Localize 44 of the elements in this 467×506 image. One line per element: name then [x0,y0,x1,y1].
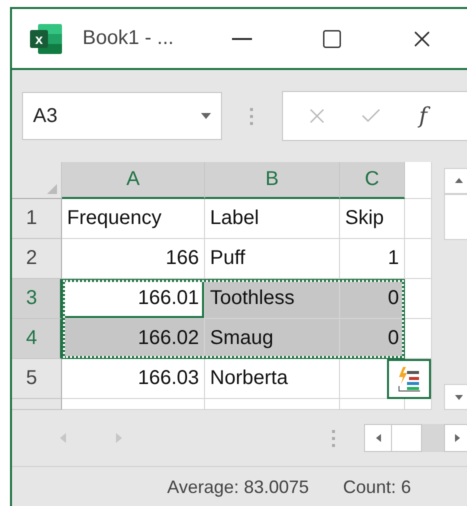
row-header[interactable]: 5 [12,359,62,399]
formula-field[interactable]: f [282,91,467,141]
down-triangle-icon [454,392,464,402]
next-sheet-button[interactable] [114,433,124,443]
up-triangle-icon [454,176,464,186]
maximize-icon [321,28,343,50]
select-all-icon [47,184,57,194]
table-cell: 166.03 [62,359,205,399]
table-cell: Puff [205,239,340,279]
table-cell: 166 [62,239,205,279]
minimize-icon [232,38,252,40]
status-text: Average: 83.0075 [167,477,309,498]
column-header[interactable]: C [340,162,405,199]
table-cell: Skip [340,199,405,239]
table-cell: 1 [340,239,405,279]
table-cell: Norberta [205,359,340,399]
column-header[interactable]: A [62,162,205,199]
row-header[interactable]: 4 [12,319,62,359]
row-header[interactable]: 2 [12,239,62,279]
row-header[interactable]: 1 [12,199,62,239]
table-cell: Toothless [205,279,340,319]
quick-analysis-button[interactable] [387,359,431,399]
name-box[interactable]: A3 [22,92,222,140]
scroll-up-button[interactable] [444,168,467,194]
quick-analysis-icon [396,366,422,392]
scroll-right-button[interactable] [444,424,467,452]
right-triangle-icon [114,433,124,443]
status-text: Count: 6 [342,477,411,498]
column-header[interactable]: B [205,162,340,199]
previous-sheet-button[interactable] [58,433,68,443]
window-title: Book1 - ... [82,27,175,50]
scroll-down-button[interactable] [444,384,467,410]
table-cell: 166.01 [62,279,205,319]
dropdown-caret-icon [201,111,211,121]
scroll-left-button[interactable] [364,424,392,452]
table-cell: Label [205,199,340,239]
table-cell: 166.02 [62,319,205,359]
row-header[interactable]: 3 [12,279,62,319]
left-triangle-icon [58,433,68,443]
scroll-thumb[interactable] [392,424,422,452]
scroll-thumb[interactable] [444,194,467,240]
scroll-track [422,424,444,452]
table-cell: Smaug [205,319,340,359]
table-cell: Frequency [62,199,205,239]
